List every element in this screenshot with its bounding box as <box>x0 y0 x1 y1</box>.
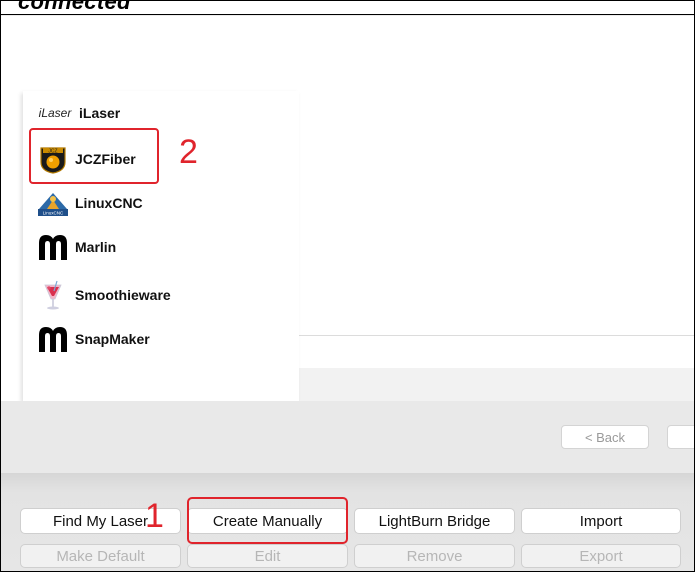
list-item-label: iLaser <box>79 105 121 121</box>
header-strip: connected <box>1 1 694 15</box>
snapmaker-logo-icon <box>35 322 71 356</box>
export-button[interactable]: Export <box>521 544 681 568</box>
edit-button[interactable]: Edit <box>187 544 348 568</box>
step-number-2: 2 <box>179 133 198 171</box>
list-item-label: Smoothieware <box>75 287 171 303</box>
linuxcnc-logo-icon: LinuxCNC <box>35 186 71 220</box>
marlin-logo-icon <box>35 230 71 264</box>
make-default-button[interactable]: Make Default <box>20 544 181 568</box>
list-item-marlin[interactable]: Marlin <box>23 225 299 269</box>
list-item-linuxcnc[interactable]: LinuxCNC LinuxCNC <box>23 181 299 225</box>
remove-button[interactable]: Remove <box>354 544 515 568</box>
content-area-right <box>299 335 694 368</box>
list-item-label: LinuxCNC <box>75 195 143 211</box>
gray-band <box>299 368 694 401</box>
highlight-box-create-manually <box>187 497 348 544</box>
list-item-label: SnapMaker <box>75 331 150 347</box>
highlight-box-jczfiber <box>29 128 159 184</box>
import-button[interactable]: Import <box>521 508 681 534</box>
ilaser-logo-icon: iLaser <box>35 96 75 130</box>
step-number-1: 1 <box>145 497 164 535</box>
lightburn-bridge-button[interactable]: LightBurn Bridge <box>354 508 515 534</box>
ilaser-logo-text: iLaser <box>38 106 72 120</box>
svg-text:LinuxCNC: LinuxCNC <box>43 211 64 216</box>
list-item-snapmaker[interactable]: SnapMaker <box>23 317 299 361</box>
smoothieware-logo-icon <box>35 278 71 312</box>
window: connected iLaser iLaser JCZ JCZFiber Lin… <box>0 0 695 572</box>
list-item-smoothieware[interactable]: Smoothieware <box>23 273 299 317</box>
next-button[interactable] <box>667 425 694 449</box>
back-button[interactable]: < Back <box>561 425 649 449</box>
list-item-label: Marlin <box>75 239 117 255</box>
header-text: connected <box>18 1 131 14</box>
